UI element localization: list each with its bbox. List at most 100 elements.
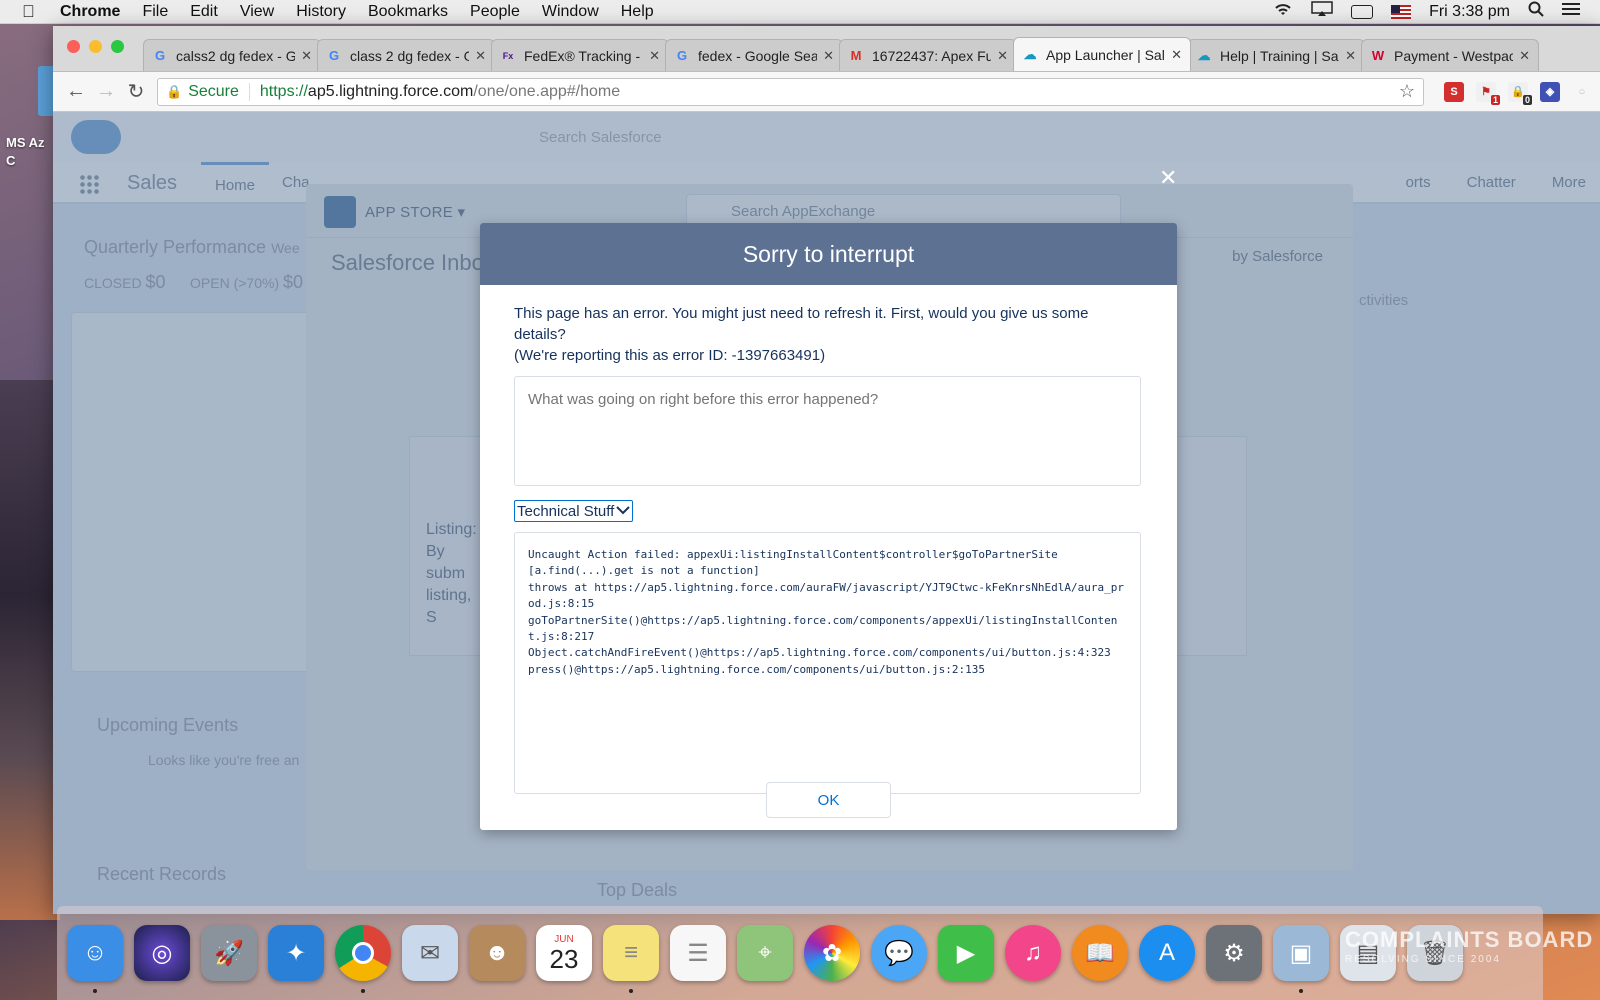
- menu-help[interactable]: Help: [621, 3, 654, 21]
- window-controls: [67, 40, 124, 53]
- window-close-button[interactable]: [67, 40, 80, 53]
- wifi-icon[interactable]: [1273, 1, 1293, 22]
- tab-close-icon[interactable]: ✕: [1345, 48, 1356, 64]
- window-minimize-button[interactable]: [89, 40, 102, 53]
- ok-button[interactable]: OK: [766, 782, 891, 818]
- notification-center-icon[interactable]: [1562, 2, 1580, 21]
- browser-tab-0[interactable]: G calss2 dg fedex - G ✕: [143, 39, 321, 71]
- menu-bar-clock[interactable]: Fri 3:38 pm: [1429, 3, 1510, 21]
- dock-safari-icon[interactable]: ✦: [268, 925, 324, 981]
- dock-preview-icon[interactable]: ▣: [1273, 925, 1329, 993]
- menu-view[interactable]: View: [240, 3, 274, 21]
- browser-tab-6[interactable]: ☁ Help | Training | Sal ✕: [1187, 39, 1365, 71]
- spotlight-search-icon[interactable]: [1528, 1, 1544, 22]
- stack-trace-textarea[interactable]: Uncaught Action failed: appexUi:listingI…: [514, 532, 1141, 794]
- input-source-flag-icon[interactable]: [1391, 4, 1412, 19]
- extension-lock-icon[interactable]: 🔒 0: [1508, 81, 1532, 105]
- forward-arrow-icon[interactable]: →: [91, 80, 121, 103]
- menu-file[interactable]: File: [142, 3, 168, 21]
- browser-tab-2[interactable]: Fx FedEx® Tracking - F ✕: [491, 39, 669, 71]
- tab-title: Help | Training | Sal: [1220, 47, 1340, 64]
- calendar-day: 23: [549, 943, 579, 974]
- url-host: ap5.lightning.force.com: [307, 82, 474, 100]
- menu-history[interactable]: History: [296, 3, 346, 21]
- tab-close-icon[interactable]: ✕: [649, 48, 660, 64]
- tab-strip: G calss2 dg fedex - G ✕ G class 2 dg fed…: [53, 26, 1600, 72]
- extension-badge-count: 1: [1490, 94, 1500, 105]
- address-bar[interactable]: 🔒 Secure https:// ap5.lightning.force.co…: [157, 77, 1424, 106]
- dock-facetime-icon[interactable]: ▶: [938, 925, 994, 981]
- tab-close-icon[interactable]: ✕: [1519, 48, 1530, 64]
- chrome-window: G calss2 dg fedex - G ✕ G class 2 dg fed…: [53, 26, 1600, 914]
- tab-title: calss2 dg fedex - G: [176, 47, 296, 64]
- menu-bar-status-area: Fri 3:38 pm: [1273, 1, 1580, 22]
- extension-badge-icon[interactable]: ⚑ 1: [1476, 81, 1500, 105]
- lock-icon[interactable]: 🔒: [166, 84, 182, 100]
- airplay-icon[interactable]: [1311, 1, 1333, 22]
- dock-system-preferences-icon[interactable]: ⚙: [1206, 925, 1262, 981]
- dock-messages-icon[interactable]: 💬: [871, 925, 927, 981]
- error-dialog: Sorry to interrupt This page has an erro…: [480, 223, 1177, 830]
- menu-edit[interactable]: Edit: [190, 3, 218, 21]
- tab-title: 16722437: Apex Fu: [872, 47, 992, 64]
- tab-title: App Launcher | Sal: [1046, 46, 1165, 63]
- app-store-close-icon[interactable]: ✕: [1159, 165, 1177, 191]
- menu-app-chrome[interactable]: Chrome: [60, 3, 120, 21]
- westpac-icon: W: [1371, 47, 1385, 63]
- desktop-wallpaper: [0, 380, 60, 920]
- dock-notes-icon[interactable]: ≡: [603, 925, 659, 993]
- complaints-board-watermark: COMPLAINTS BOARD RESOLVING SINCE 2004: [1345, 927, 1594, 966]
- dock-launchpad-icon[interactable]: 🚀: [201, 925, 257, 981]
- browser-tab-3[interactable]: G fedex - Google Sear ✕: [665, 39, 843, 71]
- tab-close-icon[interactable]: ✕: [301, 48, 312, 64]
- dock-itunes-icon[interactable]: ♫: [1005, 925, 1061, 981]
- back-arrow-icon[interactable]: ←: [61, 80, 91, 103]
- browser-tab-7[interactable]: W Payment - Westpac ✕: [1361, 39, 1539, 71]
- browser-tab-1[interactable]: G class 2 dg fedex - G ✕: [317, 39, 495, 71]
- dock-maps-icon[interactable]: ⌖: [737, 925, 793, 981]
- url-scheme: https://: [259, 82, 308, 100]
- error-message: This page has an error. You might just n…: [514, 305, 1089, 364]
- dock-calendar-icon[interactable]: JUN 23: [536, 925, 592, 981]
- dock-app-store-icon[interactable]: A: [1139, 925, 1195, 981]
- dock-reminders-icon[interactable]: ☰: [670, 925, 726, 981]
- tab-close-icon[interactable]: ✕: [1171, 47, 1182, 63]
- error-dialog-body: This page has an error. You might just n…: [480, 285, 1177, 794]
- browser-tab-4[interactable]: M 16722437: Apex Fu ✕: [839, 39, 1017, 71]
- secure-label[interactable]: Secure: [188, 82, 250, 101]
- window-zoom-button[interactable]: [111, 40, 124, 53]
- technical-stuff-toggle[interactable]: Technical Stuff: [514, 500, 634, 522]
- bookmark-star-icon[interactable]: ☆: [1399, 81, 1415, 102]
- browser-tab-5[interactable]: ☁ App Launcher | Sal ✕: [1013, 37, 1191, 71]
- calendar-month: JUN: [554, 933, 574, 945]
- battery-icon[interactable]: [1351, 4, 1374, 19]
- menu-window[interactable]: Window: [542, 3, 599, 21]
- google-icon: G: [676, 47, 688, 63]
- dock-siri-icon[interactable]: ◎: [134, 925, 190, 981]
- tab-close-icon[interactable]: ✕: [475, 48, 486, 64]
- dock-ibooks-icon[interactable]: 📖: [1072, 925, 1128, 981]
- extension-s-icon[interactable]: S: [1444, 81, 1464, 102]
- tab-title: class 2 dg fedex - G: [350, 47, 470, 64]
- tab-close-icon[interactable]: ✕: [997, 48, 1008, 64]
- desktop-file-label: MS Az C: [6, 135, 45, 168]
- salesforce-page: Search Salesforce Sales Home Cha orts Ch…: [53, 112, 1600, 914]
- error-details-textarea[interactable]: [514, 376, 1141, 486]
- dock-chrome-icon[interactable]: [335, 925, 391, 993]
- tab-close-icon[interactable]: ✕: [823, 48, 834, 64]
- menu-bookmarks[interactable]: Bookmarks: [368, 3, 448, 21]
- dock-mail-icon[interactable]: ✉: [402, 925, 458, 981]
- dock-photos-icon[interactable]: ✿: [804, 925, 860, 981]
- reload-icon[interactable]: ↻: [121, 79, 151, 104]
- browser-toolbar: ← → ↻ 🔒 Secure https:// ap5.lightning.fo…: [53, 72, 1600, 112]
- extension-bulb-icon[interactable]: ○: [1572, 82, 1592, 102]
- menu-people[interactable]: People: [470, 3, 520, 21]
- google-icon: G: [328, 47, 340, 63]
- url-path: /one/one.app#/home: [473, 82, 621, 100]
- extension-box-icon[interactable]: ◈: [1540, 81, 1560, 102]
- dock-finder-icon[interactable]: ☺: [67, 925, 123, 993]
- dock-contacts-icon[interactable]: ☻: [469, 925, 525, 981]
- mac-dock: ☺ ◎ 🚀 ✦ ✉ ☻ JUN 23 ≡ ☰ ⌖ ✿ 💬 ▶ ♫ 📖 A ⚙ ▣…: [57, 906, 1543, 1000]
- apple-menu-icon[interactable]: : [22, 2, 42, 22]
- technical-stuff-label: Technical Stuff: [517, 502, 615, 520]
